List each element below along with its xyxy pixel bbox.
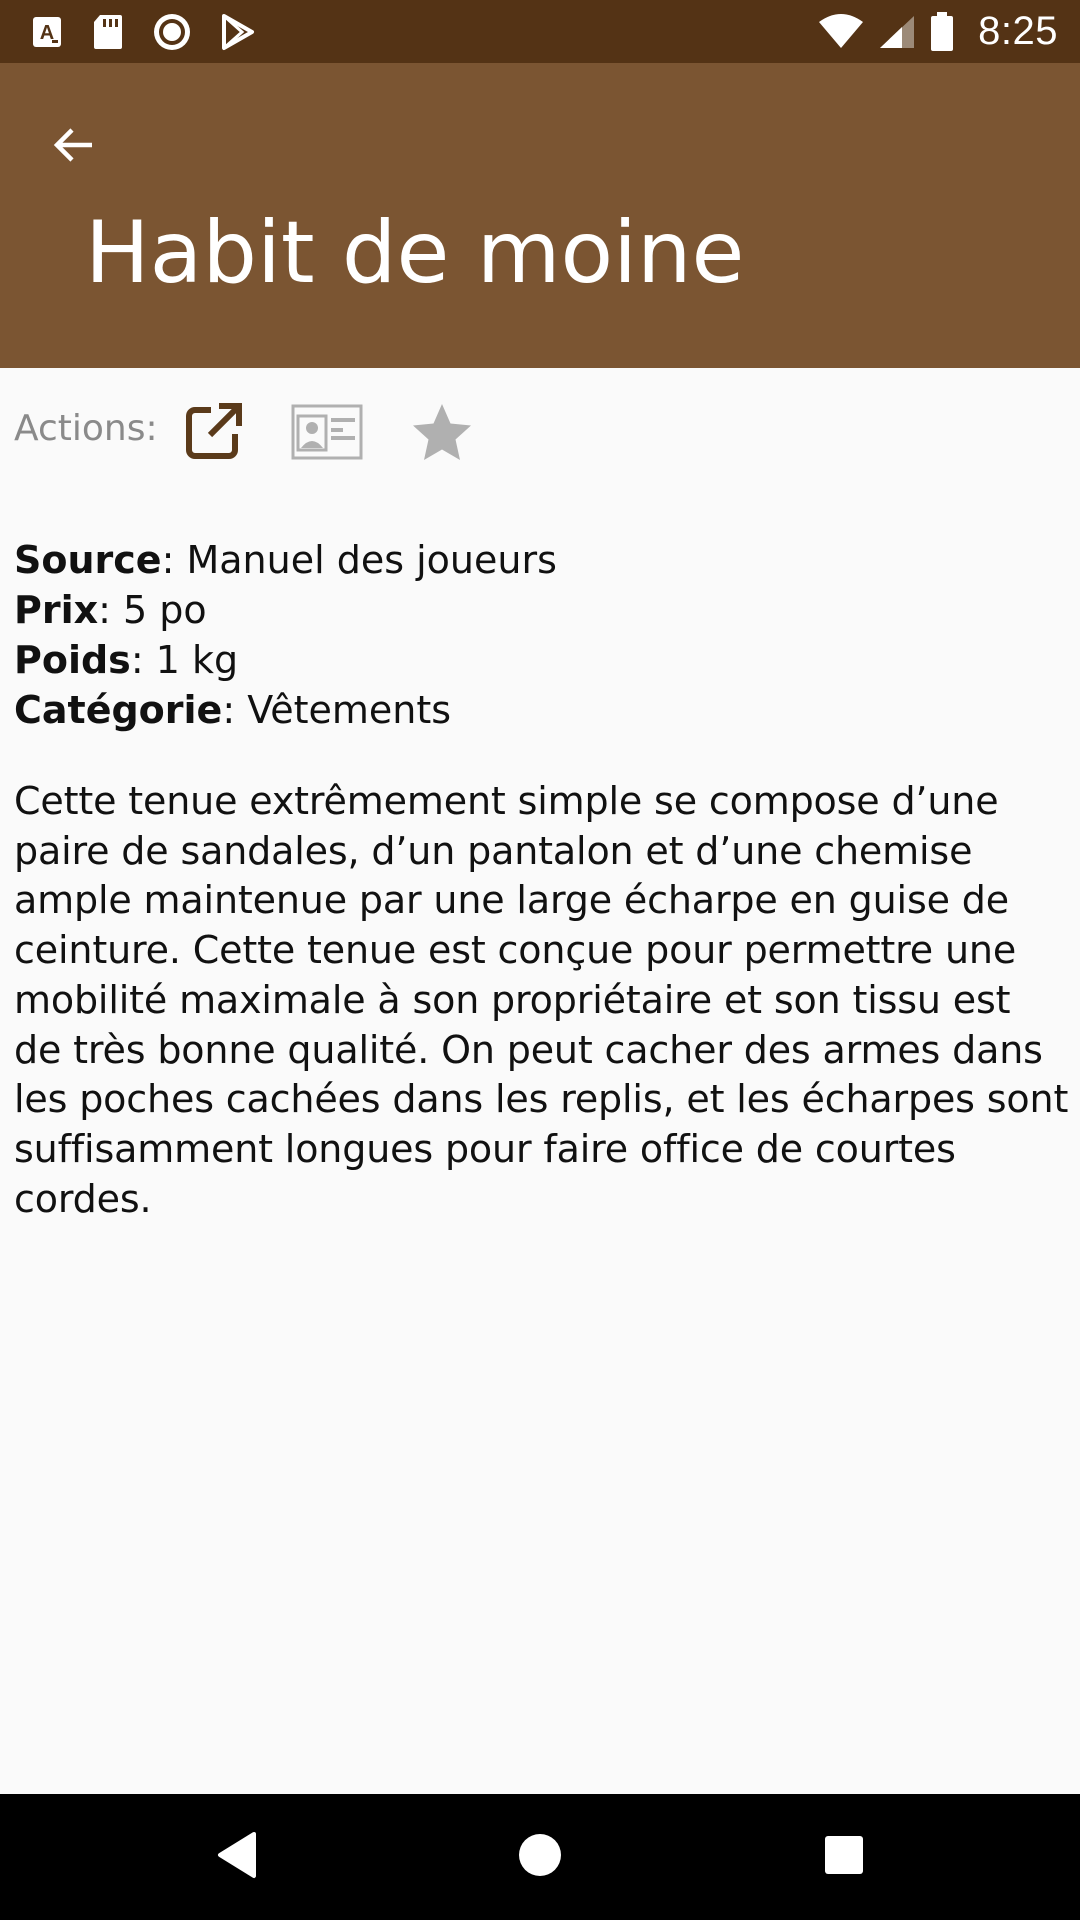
nav-recents-button[interactable] [804, 1817, 884, 1897]
recents-square-icon [823, 1834, 865, 1881]
wifi-icon [818, 13, 864, 50]
source-value: : Manuel des joueurs [161, 538, 557, 582]
play-store-icon [220, 13, 256, 51]
status-bar: A 8:25 [0, 0, 1080, 63]
page-title: Habit de moine [85, 203, 745, 303]
status-time: 8:25 [978, 9, 1058, 53]
home-circle-icon [517, 1832, 563, 1883]
back-triangle-icon [214, 1830, 258, 1885]
category-key: Catégorie [14, 688, 223, 732]
actions-row: Actions: [0, 368, 1080, 493]
navigation-bar [0, 1794, 1080, 1920]
status-right-icons: 8:25 [818, 0, 1058, 63]
open-in-new-icon [183, 402, 243, 467]
app-bar: Habit de moine [0, 63, 1080, 368]
cell-signal-icon [878, 14, 916, 50]
actions-label: Actions: [14, 408, 158, 449]
star-icon [411, 402, 473, 467]
item-details: Source: Manuel des joueurs Prix: 5 po Po… [14, 535, 1069, 1224]
price-value: : 5 po [98, 588, 207, 632]
weight-line: Poids: 1 kg [14, 635, 1069, 685]
open-external-button[interactable] [173, 394, 253, 474]
arrow-back-icon [50, 121, 98, 174]
price-line: Prix: 5 po [14, 585, 1069, 635]
category-value: : Vêtements [222, 688, 452, 732]
weight-key: Poids [14, 638, 131, 682]
price-key: Prix [14, 588, 99, 632]
category-line: Catégorie: Vêtements [14, 685, 1069, 735]
status-left-icons: A [30, 10, 256, 54]
source-line: Source: Manuel des joueurs [14, 535, 1069, 585]
weight-value: : 1 kg [130, 638, 239, 682]
nav-home-button[interactable] [500, 1817, 580, 1897]
record-icon [152, 12, 192, 52]
nav-back-button[interactable] [196, 1817, 276, 1897]
character-sheet-button[interactable] [287, 394, 367, 474]
favorite-button[interactable] [402, 394, 482, 474]
item-description: Cette tenue extrêmement simple se compos… [14, 779, 1069, 1221]
a-notification-icon: A [30, 14, 64, 50]
back-button[interactable] [30, 103, 118, 191]
source-key: Source [14, 538, 162, 582]
battery-icon [930, 11, 954, 52]
sd-card-icon [92, 13, 124, 51]
id-card-icon [291, 404, 363, 465]
